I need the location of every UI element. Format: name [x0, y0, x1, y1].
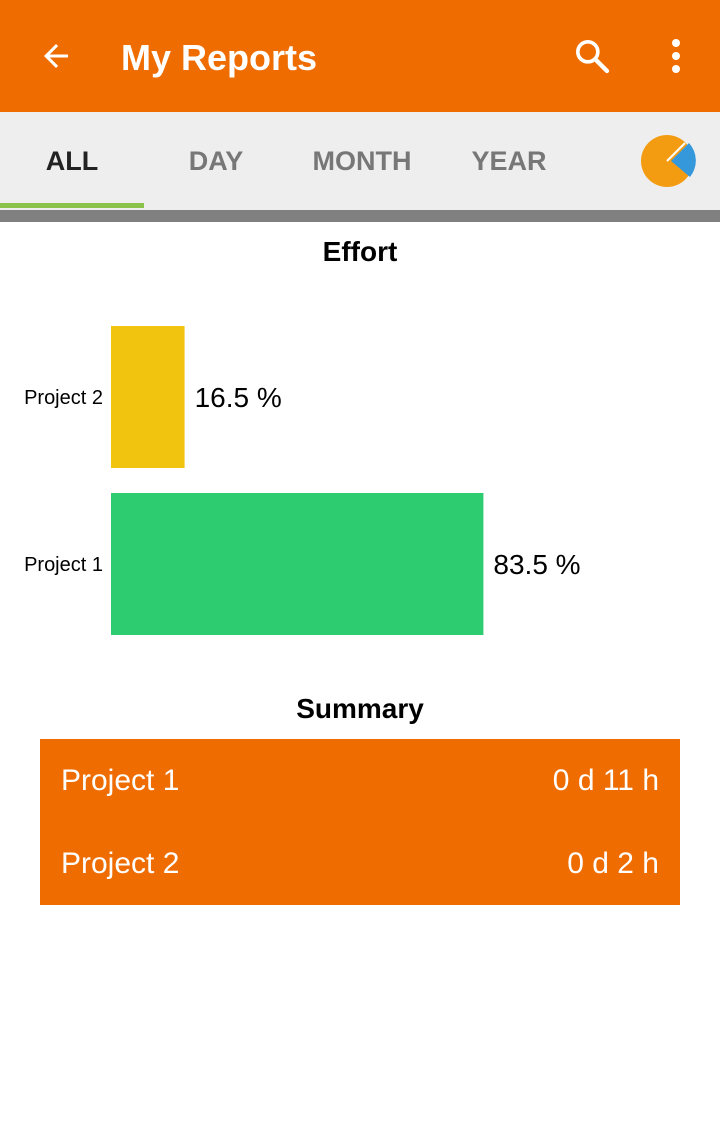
- summary-project: Project 1: [61, 763, 180, 797]
- summary-row: Project 1 0 d 11 h: [40, 739, 680, 822]
- tab-year[interactable]: YEAR: [436, 112, 582, 210]
- bar-project-2: [111, 326, 185, 468]
- tab-label: ALL: [45, 145, 99, 176]
- summary-duration: 0 d 2 h: [567, 846, 659, 880]
- category-label: Project 1: [24, 554, 103, 576]
- value-label: 16.5 %: [195, 382, 282, 413]
- tab-divider: [0, 210, 720, 222]
- search-button[interactable]: [566, 30, 618, 82]
- category-label: Project 2: [24, 387, 103, 409]
- summary-project: Project 2: [61, 846, 180, 880]
- active-tab-indicator: [0, 203, 144, 208]
- tab-bar: ALL DAY MONTH YEAR: [0, 112, 720, 210]
- back-arrow-icon: [44, 44, 68, 68]
- more-vert-icon: [672, 39, 680, 73]
- chart-type-button[interactable]: [640, 132, 698, 190]
- summary-table: Project 1 0 d 11 h Project 2 0 d 2 h: [40, 739, 680, 905]
- pie-chart-icon: [641, 135, 696, 187]
- page-title: My Reports: [121, 37, 318, 78]
- overflow-menu-button[interactable]: [654, 30, 698, 82]
- tab-all[interactable]: ALL: [0, 112, 144, 210]
- summary-row: Project 2 0 d 2 h: [40, 822, 680, 905]
- tab-label: MONTH: [312, 145, 412, 176]
- summary-title: Summary: [296, 693, 424, 724]
- tab-day[interactable]: DAY: [144, 112, 288, 210]
- tab-label: YEAR: [471, 145, 547, 176]
- tab-month[interactable]: MONTH: [288, 112, 436, 210]
- chart-title: Effort: [322, 236, 398, 267]
- tab-label: DAY: [188, 145, 244, 176]
- effort-bar-chart: Project 2 16.5 % Project 1 83.5 %: [24, 326, 581, 635]
- app-bar: My Reports: [0, 0, 720, 112]
- bar-project-1: [111, 493, 484, 635]
- search-icon: [576, 40, 610, 74]
- back-button[interactable]: [28, 32, 84, 80]
- summary-duration: 0 d 11 h: [552, 763, 659, 797]
- value-label: 83.5 %: [493, 549, 580, 580]
